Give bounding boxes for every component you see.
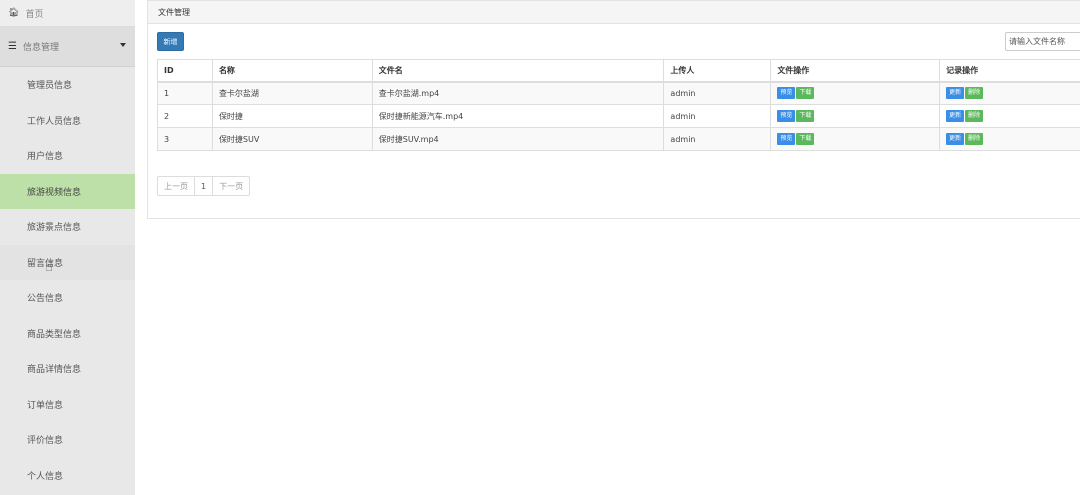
cell-id: 3 xyxy=(157,127,213,151)
sidebar-item-message-info[interactable]: 留言信息 ☝︎ xyxy=(0,244,135,280)
column-header-file-actions: 文件操作 xyxy=(770,59,941,83)
caret-down-icon xyxy=(120,43,126,47)
cell-name: 查卡尔盐湖 xyxy=(211,81,373,105)
cell-record-actions: 更新 删除 xyxy=(939,104,1080,128)
menu-icon: ☰ xyxy=(8,41,17,52)
cell-uploader: admin xyxy=(663,81,772,105)
download-button[interactable]: 下载 xyxy=(796,110,815,122)
cell-file-actions: 预览 下载 xyxy=(770,104,941,128)
sidebar-group-info-management[interactable]: ☰ 信息管理 xyxy=(0,27,135,67)
cell-name: 保时捷 xyxy=(211,104,373,128)
cell-filename: 保时捷新能源汽车.mp4 xyxy=(371,104,665,128)
sidebar-item-label: 旅游景点信息 xyxy=(27,223,82,234)
next-page-button[interactable]: 下一页 xyxy=(213,177,249,195)
pagination: 上一页 1 下一页 xyxy=(157,176,251,196)
cell-filename: 保时捷SUV.mp4 xyxy=(371,127,665,151)
cell-id: 2 xyxy=(157,104,213,128)
cell-name: 保时捷SUV xyxy=(211,127,373,151)
sidebar-item-review-info[interactable]: 评价信息 xyxy=(0,422,135,458)
cell-file-actions: 预览 下载 xyxy=(770,81,941,105)
cell-uploader: admin xyxy=(663,127,772,151)
add-button[interactable]: 新增 xyxy=(157,32,184,51)
column-header-filename: 文件名 xyxy=(371,59,665,83)
sidebar-item-label: 工作人员信息 xyxy=(27,116,82,127)
sidebar-item-notice-info[interactable]: 公告信息 xyxy=(0,280,135,316)
cell-record-actions: 更新 删除 xyxy=(939,81,1080,105)
delete-button[interactable]: 删除 xyxy=(965,110,984,122)
preview-button[interactable]: 预览 xyxy=(777,87,796,100)
prev-page-button[interactable]: 上一页 xyxy=(158,177,195,195)
sidebar-item-travel-video-info[interactable]: 旅游视频信息 xyxy=(0,173,135,209)
sidebar-item-label: 订单信息 xyxy=(27,400,64,411)
column-header-uploader: 上传人 xyxy=(663,59,772,83)
current-page[interactable]: 1 xyxy=(195,177,214,195)
sidebar-item-order-info[interactable]: 订单信息 xyxy=(0,386,135,422)
sidebar-item-product-type-info[interactable]: 商品类型信息 xyxy=(0,315,135,351)
sidebar-item-label: 商品详情信息 xyxy=(27,365,82,376)
sidebar: 🏠︎ 首页 ☰ 信息管理 管理员信息 工作人员信息 用户信息 旅游视频信息 旅游… xyxy=(0,0,135,495)
sidebar-item-label: 个人信息 xyxy=(27,471,64,482)
sidebar-item-scenic-spot-info[interactable]: 旅游景点信息 xyxy=(0,209,135,245)
cell-id: 1 xyxy=(157,81,213,105)
cell-uploader: admin xyxy=(663,104,772,128)
download-button[interactable]: 下载 xyxy=(796,133,815,145)
sidebar-item-personal-info[interactable]: 个人信息 xyxy=(0,457,135,493)
update-button[interactable]: 更新 xyxy=(946,110,965,122)
sidebar-item-user-info[interactable]: 用户信息 xyxy=(0,138,135,174)
file-table: ID 名称 文件名 上传人 文件操作 记录操作 1 查卡尔盐湖 查卡尔盐湖.mp… xyxy=(157,59,1080,151)
sidebar-item-label: 用户信息 xyxy=(27,152,64,163)
sidebar-item-staff-info[interactable]: 工作人员信息 xyxy=(0,102,135,138)
cell-file-actions: 预览 下载 xyxy=(770,127,941,151)
column-header-id: ID xyxy=(157,59,213,83)
cell-record-actions: 更新 删除 xyxy=(939,127,1080,151)
panel-header: 文件管理 xyxy=(148,1,1080,24)
delete-button[interactable]: 删除 xyxy=(965,133,984,145)
table-row: 3 保时捷SUV 保时捷SUV.mp4 admin 预览 下载 更新 删除 xyxy=(157,127,1080,151)
preview-button[interactable]: 预览 xyxy=(777,110,796,122)
sidebar-item-admin-info[interactable]: 管理员信息 xyxy=(0,67,135,103)
search-input[interactable] xyxy=(1005,32,1080,51)
sidebar-item-label: 首页 xyxy=(25,9,44,20)
update-button[interactable]: 更新 xyxy=(946,87,965,100)
update-button[interactable]: 更新 xyxy=(946,133,965,145)
sidebar-item-home[interactable]: 🏠︎ 首页 xyxy=(0,0,135,27)
sidebar-item-product-detail-info[interactable]: 商品详情信息 xyxy=(0,351,135,387)
table-header-row: ID 名称 文件名 上传人 文件操作 记录操作 xyxy=(157,59,1080,83)
panel-title: 文件管理 xyxy=(158,7,190,17)
hand-cursor-icon: ☝︎ xyxy=(45,259,53,275)
sidebar-item-label: 评价信息 xyxy=(27,436,64,447)
column-header-record-actions: 记录操作 xyxy=(939,59,1080,83)
download-button[interactable]: 下载 xyxy=(796,87,815,100)
column-header-name: 名称 xyxy=(211,59,373,83)
home-icon: 🏠︎ xyxy=(8,8,20,18)
file-management-panel: 文件管理 新增 ID 名称 文件名 上传人 文件操作 记录操作 1 查卡尔盐湖 … xyxy=(147,0,1080,219)
cell-filename: 查卡尔盐湖.mp4 xyxy=(371,81,665,105)
sidebar-item-label: 旅游视频信息 xyxy=(27,187,82,198)
sidebar-item-label: 公告信息 xyxy=(27,294,64,305)
table-row: 2 保时捷 保时捷新能源汽车.mp4 admin 预览 下载 更新 删除 xyxy=(157,104,1080,128)
sidebar-group-label: 信息管理 xyxy=(22,43,59,53)
sidebar-item-label: 商品类型信息 xyxy=(27,329,82,340)
table-row: 1 查卡尔盐湖 查卡尔盐湖.mp4 admin 预览 下载 更新 删除 xyxy=(157,81,1080,105)
sidebar-item-label: 管理员信息 xyxy=(27,81,73,92)
delete-button[interactable]: 删除 xyxy=(965,87,984,100)
preview-button[interactable]: 预览 xyxy=(777,133,796,145)
